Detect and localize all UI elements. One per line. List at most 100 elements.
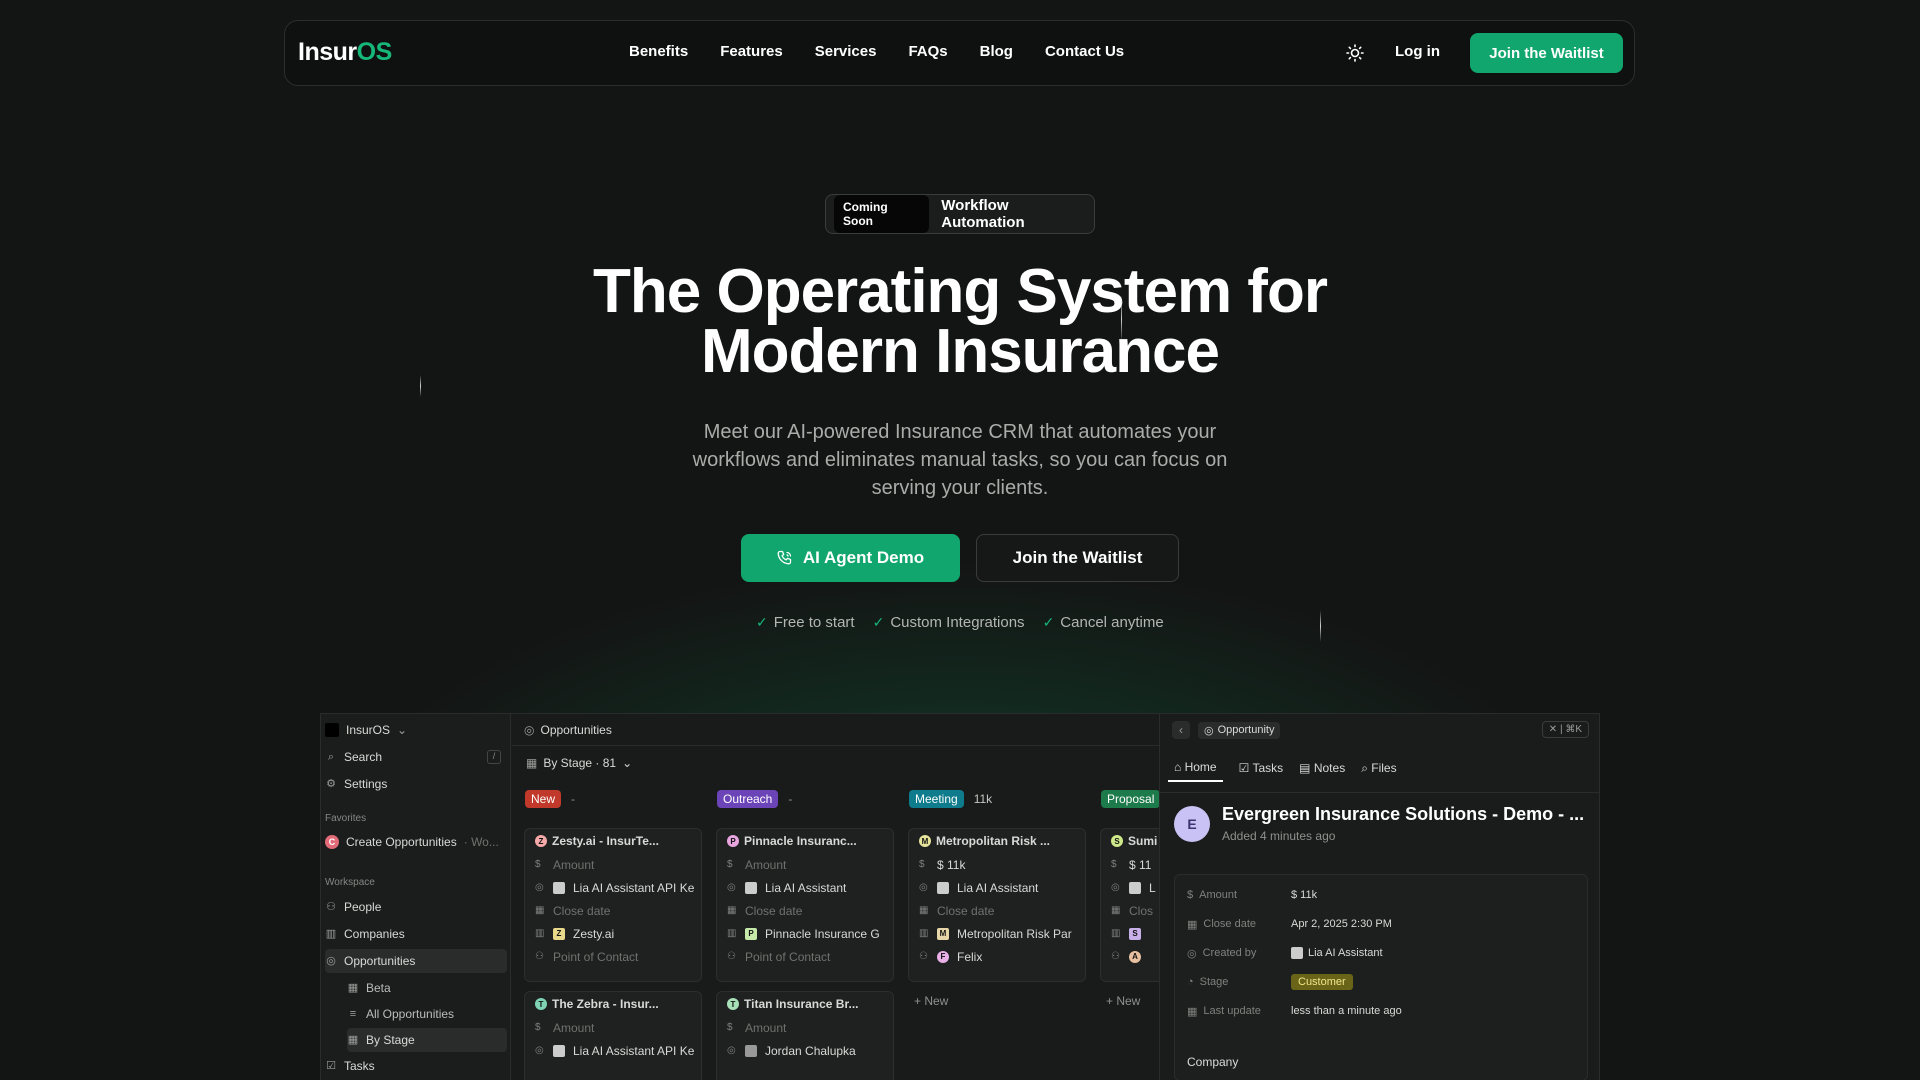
- nav-join-waitlist-button[interactable]: Join the Waitlist: [1470, 33, 1623, 73]
- gear-icon: ⚙: [326, 778, 336, 790]
- opportunities-board: ◎ Opportunities ▦ By Stage · 81 ⌄ New - Z Zes…: [512, 714, 1278, 1080]
- list-icon: ≡: [349, 1008, 357, 1020]
- close-panel-button[interactable]: ✕ | ⌘K: [1541, 721, 1589, 738]
- hero-title-line2: Modern Insurance: [701, 317, 1220, 386]
- tab-files[interactable]: ⌕ Files: [1361, 761, 1396, 776]
- sidebar-item-companies[interactable]: ▥ Companies: [325, 922, 507, 946]
- announcement-pill[interactable]: Coming Soon Workflow Automation: [825, 194, 1095, 234]
- stage-tag: Proposal: [1101, 790, 1161, 808]
- calendar-icon: ▦: [727, 905, 737, 916]
- sidebar-item-people[interactable]: ⚇ People: [325, 895, 507, 919]
- light-streak: [1320, 610, 1321, 642]
- detail-tabs: ⌂ Home ☑ Tasks ▤ Notes ⌕ Files: [1168, 754, 1397, 782]
- target-icon: ◎: [524, 722, 535, 737]
- nav-link-blog[interactable]: Blog: [980, 43, 1013, 60]
- board-header: ◎ Opportunities: [512, 714, 1159, 746]
- nav-link-contact[interactable]: Contact Us: [1045, 43, 1124, 60]
- favorite-create-opportunities[interactable]: C Create Opportunities · Wo...: [325, 830, 507, 854]
- opportunity-card[interactable]: T The Zebra - Insur... $ Amount ◎ Lia AI As…: [524, 991, 702, 1080]
- theme-toggle-sun-icon[interactable]: [1345, 43, 1365, 63]
- tab-notes[interactable]: ▤ Notes: [1299, 761, 1345, 775]
- sidebar-item-by-stage[interactable]: ▦ By Stage: [347, 1028, 507, 1052]
- prop-last-update: ▦ Last update less than a minute ago: [1187, 1005, 1402, 1018]
- building-icon: ▥: [1111, 928, 1121, 939]
- nav-link-faqs[interactable]: FAQs: [908, 43, 947, 60]
- record-type-chip: ◎ Opportunity: [1198, 721, 1281, 739]
- user-circle-icon: ◎: [535, 1045, 544, 1056]
- hero-title: The Operating System for Modern Insuranc…: [460, 257, 1460, 386]
- nav-link-services[interactable]: Services: [815, 43, 877, 60]
- building-icon: ▥: [325, 928, 337, 940]
- user-circle-icon: ◎: [727, 1045, 736, 1056]
- opportunity-card[interactable]: P Pinnacle Insuranc... $ Amount ◎ Lia AI As…: [716, 828, 894, 982]
- person-icon: ⚇: [919, 951, 928, 962]
- search-icon: ⌕: [327, 751, 335, 763]
- stage-tag: Meeting: [909, 790, 964, 808]
- building-icon: ▥: [727, 928, 737, 939]
- coming-soon-badge: Coming Soon: [834, 195, 930, 233]
- user-circle-icon: ◎: [919, 882, 928, 893]
- user-circle-icon: ◎: [1111, 882, 1120, 893]
- prop-stage[interactable]: ◔ Stage Customer: [1187, 972, 1353, 992]
- workspace-logo-icon: [325, 723, 339, 737]
- new-card-button[interactable]: + New: [1106, 994, 1140, 1008]
- dollar-icon: $: [1187, 889, 1194, 901]
- view-selector[interactable]: ▦ By Stage · 81 ⌄: [526, 756, 632, 770]
- board-icon: ▦: [526, 756, 538, 770]
- calendar-icon: ▦: [535, 905, 545, 916]
- check-icon: ✓: [756, 614, 768, 630]
- app-sidebar: InsurOS ⌄ ⌕ Search / ⚙ Settings Favorites CC…: [321, 714, 511, 1080]
- opportunity-card[interactable]: Z Zesty.ai - InsurTe... $ Amount ◎ Lia AI A…: [524, 828, 702, 982]
- opportunity-card[interactable]: M Metropolitan Risk ... $ $ 11k ◎ Lia AI As…: [908, 828, 1086, 982]
- building-icon: ▥: [919, 928, 929, 939]
- building-icon: ▥: [535, 928, 545, 939]
- landing-page: InsurOS Benefits Features Services FAQs …: [0, 0, 1920, 1080]
- sidebar-item-beta[interactable]: ▦ Beta: [347, 976, 507, 1000]
- check-icon: ✓: [872, 614, 885, 630]
- prop-created-by[interactable]: ◎ Created by Lia AI Assistant: [1187, 943, 1383, 963]
- record-name[interactable]: Evergreen Insurance Solutions - Demo - .…: [1222, 804, 1584, 825]
- checkbox-icon: ☑: [326, 1060, 336, 1072]
- tab-home[interactable]: ⌂ Home: [1168, 754, 1223, 782]
- person-icon: ⚇: [326, 901, 336, 913]
- calendar-icon: ▦: [1111, 905, 1121, 916]
- feature-item: ✓ Custom Integrations: [872, 614, 1025, 631]
- sidebar-settings[interactable]: ⚙ Settings: [325, 772, 507, 796]
- calendar-icon: ▦: [919, 905, 929, 916]
- prop-close-date[interactable]: ▦ Close date Apr 2, 2025 2:30 PM: [1187, 914, 1392, 934]
- logo[interactable]: InsurOS: [298, 38, 392, 67]
- workspace-label: Workspace: [325, 877, 375, 888]
- sidebar-item-all-opportunities[interactable]: ≡ All Opportunities: [347, 1002, 507, 1026]
- user-circle-icon: ◎: [727, 882, 736, 893]
- announcement-text: Workflow Automation: [941, 197, 1025, 231]
- hero-title-line1: The Operating System for: [593, 257, 1328, 326]
- login-link[interactable]: Log in: [1395, 43, 1440, 60]
- sidebar-search[interactable]: ⌕ Search /: [325, 745, 507, 769]
- tab-tasks[interactable]: ☑ Tasks: [1239, 761, 1284, 775]
- chevron-down-icon: ⌄: [397, 723, 408, 737]
- sidebar-item-opportunities[interactable]: ◎ Opportunities: [325, 949, 507, 973]
- nav-link-benefits[interactable]: Benefits: [629, 43, 688, 60]
- app-preview: InsurOS ⌄ ⌕ Search / ⚙ Settings Favorites CC…: [320, 713, 1600, 1080]
- search-shortcut: /: [487, 750, 501, 764]
- ai-agent-demo-button[interactable]: AI Agent Demo: [741, 534, 960, 582]
- dollar-icon: $: [919, 859, 925, 870]
- progress-icon: ◔: [1187, 976, 1194, 988]
- board-icon: ▦: [347, 1034, 359, 1046]
- stage-tag: New: [525, 790, 562, 808]
- sidebar-item-tasks[interactable]: ☑ Tasks: [325, 1054, 507, 1078]
- avatar: E: [1174, 805, 1210, 842]
- hero-join-waitlist-button[interactable]: Join the Waitlist: [976, 534, 1179, 582]
- chevron-down-icon: ⌄: [622, 756, 633, 770]
- nav-link-features[interactable]: Features: [720, 43, 783, 60]
- new-card-button[interactable]: + New: [914, 994, 948, 1008]
- prop-amount[interactable]: $ Amount $ 11k: [1187, 885, 1317, 905]
- target-icon: ◎: [1204, 724, 1214, 737]
- opportunity-card[interactable]: T Titan Insurance Br... $ Amount ◎ Jordan C…: [716, 991, 894, 1080]
- column-new: New -: [512, 790, 694, 808]
- back-chevron-icon[interactable]: ‹: [1172, 721, 1190, 739]
- user-circle-icon: ◎: [535, 882, 544, 893]
- hero-subtitle: Meet our AI-powered Insurance CRM that a…: [692, 421, 1228, 499]
- top-nav: InsurOS Benefits Features Services FAQs …: [284, 20, 1635, 86]
- workspace-switcher[interactable]: InsurOS ⌄: [325, 718, 507, 742]
